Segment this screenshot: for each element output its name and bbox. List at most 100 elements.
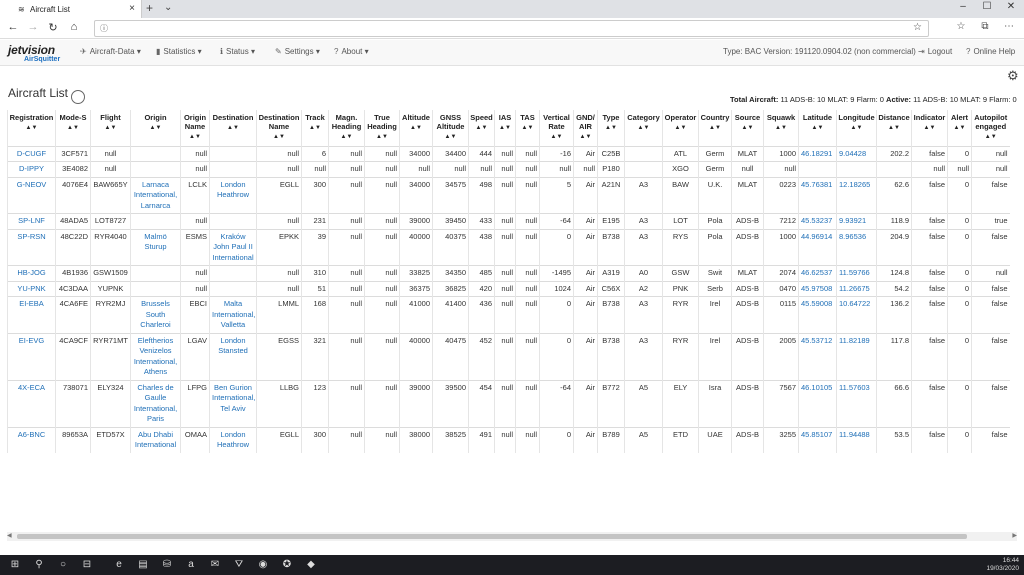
table-link[interactable]: G-NEOV — [17, 180, 47, 189]
app-icon[interactable]: ✪ — [280, 558, 294, 572]
column-header[interactable]: Indicator ▲▼ — [911, 110, 948, 146]
table-cell[interactable]: SP-RSN — [7, 228, 56, 266]
table-cell[interactable]: G-NEOV — [7, 176, 56, 214]
address-bar[interactable]: ⓘ ☆ — [94, 20, 929, 37]
column-header[interactable]: Type ▲▼ — [597, 110, 625, 146]
table-cell[interactable]: 45.76381 — [798, 176, 837, 214]
scroll-left-icon[interactable]: ◀ — [7, 532, 12, 539]
table-cell[interactable]: SP-LNF — [7, 213, 56, 229]
search-icon[interactable]: ⚲ — [32, 558, 46, 572]
column-header[interactable]: Operator ▲▼ — [662, 110, 699, 146]
table-cell[interactable]: 11.26675 — [836, 280, 877, 297]
column-header[interactable]: Origin ▲▼ — [130, 110, 181, 146]
menu-about[interactable]: ? About ▾ — [334, 47, 369, 56]
mail-icon[interactable]: ✉ — [208, 558, 222, 572]
table-row[interactable]: EI-EVG 4CA9CF RYR71MT Eleftherios Venizelos… — [7, 332, 1010, 380]
column-header[interactable]: Latitude ▲▼ — [798, 110, 837, 146]
table-cell[interactable]: Kraków John Paul II International — [209, 228, 257, 266]
column-header[interactable]: Mode-S ▲▼ — [55, 110, 91, 146]
sort-arrows-icon[interactable]: ▲▼ — [182, 133, 208, 142]
jetvision-logo[interactable]: jetvision AirSquitter — [8, 43, 66, 65]
sort-arrows-icon[interactable]: ▲▼ — [330, 133, 363, 142]
task-view-icon[interactable]: ○ — [56, 558, 70, 572]
table-cell[interactable]: 44.96914 — [798, 228, 837, 266]
table-cell[interactable]: Malta International, Valletta — [209, 296, 257, 333]
table-row[interactable]: 4X-ECA 738071 ELY324 Charles de Gaulle Inte… — [7, 379, 1010, 427]
table-link[interactable]: 10.64722 — [839, 299, 870, 308]
sort-arrows-icon[interactable]: ▲▼ — [599, 124, 623, 133]
table-link[interactable]: Ben Gurion International, Tel Aviv — [212, 383, 255, 413]
column-header[interactable]: Magn. Heading ▲▼ — [328, 110, 365, 146]
table-cell[interactable]: EI-EBA — [7, 296, 56, 333]
table-row[interactable]: D-IPPY 3E4082 null null null null null null null… — [7, 161, 1010, 177]
file-explorer-icon[interactable]: ▤ — [136, 558, 150, 572]
reload-icon[interactable]: ↻ — [46, 21, 60, 34]
table-link[interactable]: 9.04428 — [839, 149, 866, 158]
table-link[interactable]: 45.53712 — [801, 336, 832, 345]
table-link[interactable]: D-IPPY — [19, 164, 44, 173]
store-icon[interactable]: ⛁ — [160, 558, 174, 572]
sort-arrows-icon[interactable]: ▲▼ — [211, 124, 255, 133]
settings-gear-icon[interactable]: ⚙ — [1007, 68, 1019, 84]
amazon-icon[interactable]: a — [184, 558, 198, 572]
table-link[interactable]: 8.96536 — [839, 232, 866, 241]
app-icon[interactable]: ◆ — [304, 558, 318, 572]
table-link[interactable]: SP-RSN — [17, 232, 45, 241]
table-row[interactable]: HB-JOG 4B1936 GSW1509 null null 310 null null 33… — [7, 265, 1010, 281]
sort-arrows-icon[interactable]: ▲▼ — [949, 124, 970, 133]
scroll-right-icon[interactable]: ▶ — [1012, 532, 1017, 539]
column-header[interactable]: Altitude ▲▼ — [399, 110, 433, 146]
table-cell[interactable]: D-CUGF — [7, 145, 56, 162]
table-cell[interactable]: D-IPPY — [7, 161, 56, 177]
start-icon[interactable]: ⊞ — [8, 558, 22, 572]
table-cell[interactable]: 45.59008 — [798, 296, 837, 333]
table-link[interactable]: Eleftherios Venizelos International, Ath… — [134, 336, 177, 377]
column-header[interactable]: GND/ AIR ▲▼ — [573, 110, 598, 146]
column-header[interactable]: Vertical Rate ▲▼ — [539, 110, 574, 146]
sort-arrows-icon[interactable]: ▲▼ — [913, 124, 946, 133]
table-row[interactable]: D-CUGF 3CF571 null null null 6 null null 34000 34… — [7, 145, 1010, 162]
home-icon[interactable]: ⌂ — [67, 21, 81, 33]
column-header[interactable]: GNSS Altitude ▲▼ — [432, 110, 469, 146]
table-cell[interactable]: Eleftherios Venizelos International, Ath… — [130, 332, 181, 380]
table-cell[interactable]: 46.62537 — [798, 265, 837, 281]
sort-arrows-icon[interactable]: ▲▼ — [303, 124, 327, 133]
table-link[interactable]: Charles de Gaulle International, Paris — [134, 383, 177, 424]
table-link[interactable]: 45.53237 — [801, 216, 832, 225]
collections-icon[interactable]: ⧉ — [978, 21, 992, 32]
table-link[interactable]: YU-PNK — [17, 284, 45, 293]
table-cell[interactable]: Ben Gurion International, Tel Aviv — [209, 379, 257, 427]
column-header[interactable]: True Heading ▲▼ — [364, 110, 400, 146]
column-header[interactable]: Origin Name ▲▼ — [180, 110, 210, 146]
table-link[interactable]: London Heathrow — [217, 180, 249, 200]
column-header[interactable]: Longitude ▲▼ — [836, 110, 877, 146]
column-header[interactable]: Destination Name ▲▼ — [256, 110, 302, 146]
table-cell[interactable]: Abu Dhabi International — [130, 426, 181, 453]
table-link[interactable]: London Stansted — [218, 336, 248, 356]
sort-arrows-icon[interactable]: ▲▼ — [496, 124, 514, 133]
sort-arrows-icon[interactable]: ▲▼ — [258, 133, 300, 142]
scrollbar-thumb[interactable] — [17, 534, 967, 539]
table-cell[interactable]: 45.97508 — [798, 280, 837, 297]
sort-arrows-icon[interactable]: ▲▼ — [470, 124, 493, 133]
sort-arrows-icon[interactable]: ▲▼ — [838, 124, 875, 133]
table-cell[interactable]: 12.18265 — [836, 176, 877, 214]
sort-arrows-icon[interactable]: ▲▼ — [575, 133, 596, 142]
table-cell[interactable]: 11.82189 — [836, 332, 877, 380]
table-link[interactable]: 45.76381 — [801, 180, 832, 189]
table-row[interactable]: YU-PNK 4C3DAA YUPNK null null 51 null null 36375… — [7, 280, 1010, 297]
chrome-icon[interactable]: ◉ — [256, 558, 270, 572]
table-cell[interactable]: Larnaca International, Larnarca — [130, 176, 181, 214]
table-link[interactable]: Malta International, Valletta — [212, 299, 255, 329]
sort-arrows-icon[interactable]: ▲▼ — [626, 124, 661, 133]
table-cell[interactable]: 45.85107 — [798, 426, 837, 453]
table-cell[interactable]: 11.57603 — [836, 379, 877, 427]
menu-aircraft-data[interactable]: ✈ Aircraft-Data ▾ — [80, 47, 141, 56]
sort-arrows-icon[interactable]: ▲▼ — [541, 133, 572, 142]
table-cell[interactable]: Malmö Sturup — [130, 228, 181, 266]
table-link[interactable]: Abu Dhabi International — [135, 430, 176, 450]
table-row[interactable]: SP-RSN 48C22D RYR4040 Malmö Sturup ESMS Krakó… — [7, 228, 1010, 266]
sort-arrows-icon[interactable]: ▲▼ — [800, 124, 835, 133]
table-link[interactable]: 44.96914 — [801, 232, 832, 241]
sort-arrows-icon[interactable]: ▲▼ — [765, 124, 797, 133]
